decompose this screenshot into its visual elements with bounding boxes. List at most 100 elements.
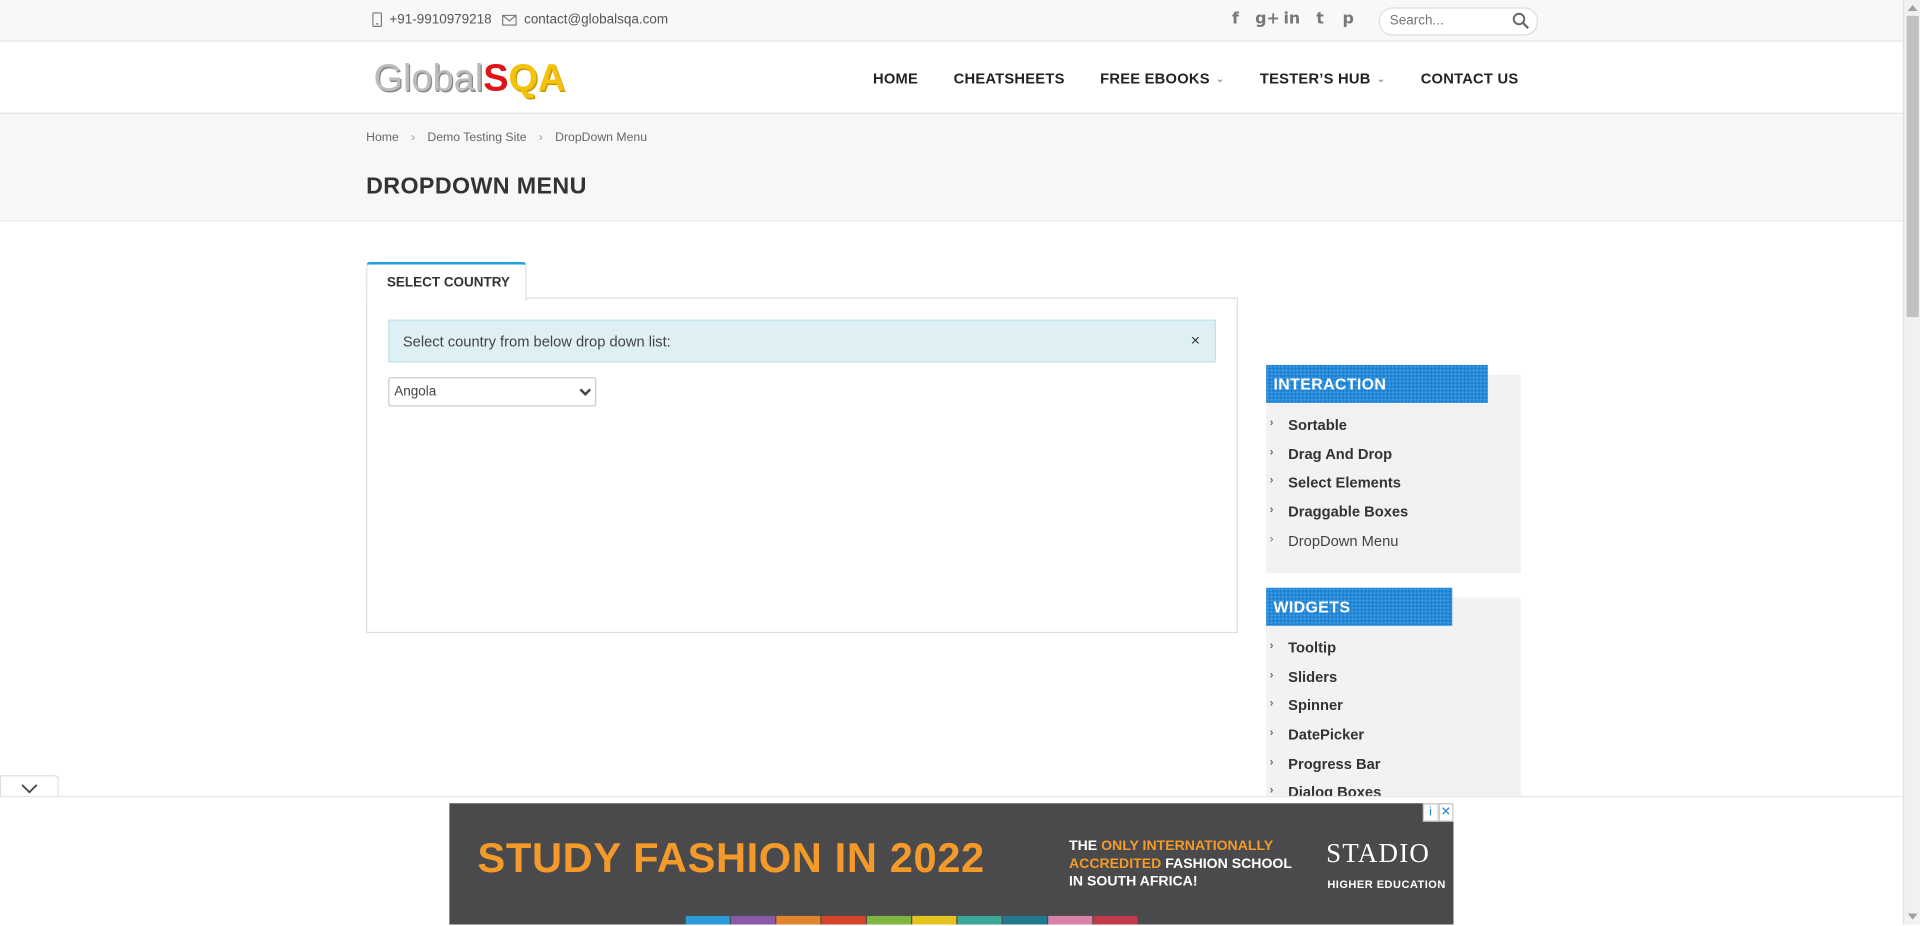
chevron-right-icon: › — [1269, 784, 1274, 797]
sidebar-list-widgets: › Tooltip › Sliders › Spinner › DatePicker › Prog… — [1266, 639, 1381, 813]
ad-stripe — [685, 915, 730, 925]
email-contact[interactable]: contact@globalsqa.com — [502, 12, 668, 27]
chevron-right-icon: › — [1269, 726, 1274, 739]
sidebar-interaction: INTERACTION › Sortable › Drag And Drop › Sele… — [1266, 364, 1521, 574]
ad-info-icon[interactable]: i — [1422, 803, 1439, 822]
sidebar-item-drag-and-drop[interactable]: › Drag And Drop — [1266, 445, 1408, 474]
site-header: GlobalSQA HOME CHEATSHEETS FREE EBOOKS ⌄ TES… — [0, 41, 1903, 114]
sidebar-list-interaction: › Sortable › Drag And Drop › Select Elements ›… — [1266, 416, 1408, 561]
scroll-up-arrow[interactable] — [1907, 4, 1918, 12]
ad-subtext: THE ONLY INTERNATIONALLY ACCREDITED FASH… — [1069, 838, 1292, 891]
nav-item-tester-s-hub[interactable]: TESTER’S HUB ⌄ — [1260, 70, 1385, 87]
sidebar-item-label: Sliders — [1288, 668, 1338, 686]
sidebar-item-select-elements[interactable]: › Select Elements — [1266, 474, 1408, 503]
tab-panel: Select country from below drop down list… — [366, 297, 1238, 634]
sidebar-item-label: DropDown Menu — [1288, 532, 1399, 550]
top-bar: +91-9910979218 contact@globalsqa.com f g+… — [0, 0, 1903, 42]
chevron-right-icon: › — [1269, 474, 1274, 487]
nav-item-cheatsheets[interactable]: CHEATSHEETS — [954, 70, 1065, 87]
phone-contact: +91-9910979218 — [372, 12, 492, 27]
advertisement-banner[interactable]: STUDY FASHION IN 2022 THE ONLY INTERNATI… — [449, 803, 1454, 925]
sidebar-item-label: Spinner — [1288, 697, 1343, 715]
ad-text: IN SOUTH AFRICA! — [1068, 874, 1198, 889]
tab-label: SELECT COUNTRY — [386, 275, 510, 291]
chevron-right-icon: › — [1269, 755, 1274, 768]
chevron-down-icon: ⌄ — [1215, 72, 1225, 84]
info-alert: Select country from below drop down list… — [388, 319, 1216, 363]
scroll-down-arrow[interactable] — [1907, 913, 1918, 920]
sidebar-item-dropdown-menu[interactable]: › DropDown Menu — [1266, 532, 1408, 561]
nav-item-label: TESTER’S HUB — [1259, 69, 1371, 87]
ad-headline: STUDY FASHION IN 2022 — [477, 835, 985, 882]
nav-item-label: CONTACT US — [1420, 69, 1519, 87]
breadcrumb-separator: › — [538, 131, 543, 145]
breadcrumb-home[interactable]: Home — [366, 131, 399, 144]
ad-stripe — [866, 915, 912, 925]
sidebar-item-label: Drag And Drop — [1288, 445, 1393, 463]
sidebar-item-progress-bar[interactable]: › Progress Bar — [1266, 755, 1381, 784]
linkedin-icon[interactable]: in — [1283, 10, 1300, 30]
sidebar-item-label: Sortable — [1288, 416, 1347, 434]
nav-item-label: CHEATSHEETS — [953, 69, 1065, 87]
twitter-icon[interactable]: t — [1311, 10, 1328, 30]
sidebar-item-sortable[interactable]: › Sortable — [1266, 416, 1408, 445]
nav-item-contact-us[interactable]: CONTACT US — [1421, 70, 1519, 87]
sidebar-item-datepicker[interactable]: › DatePicker — [1266, 726, 1381, 755]
alert-text: Select country from below drop down list… — [402, 333, 671, 351]
nav-item-label: FREE EBOOKS — [1100, 69, 1210, 87]
sidebar-heading-text: WIDGETS — [1273, 597, 1351, 616]
sidebar-heading-text: INTERACTION — [1273, 374, 1387, 394]
sidebar-item-sliders[interactable]: › Sliders — [1266, 668, 1381, 697]
page-title-band: Home › Demo Testing Site › DropDown Menu… — [0, 113, 1903, 222]
sidebar-item-label: Progress Bar — [1288, 755, 1381, 773]
globalsqa-logo[interactable]: GlobalSQA — [373, 56, 565, 100]
logo-text-s: S — [483, 56, 509, 100]
sidebar-widgets: WIDGETS › Tooltip › Sliders › Spinner › DatePic… — [1266, 587, 1521, 801]
sidebar-item-label: Tooltip — [1288, 639, 1337, 657]
chevron-right-icon: › — [1269, 668, 1274, 681]
ad-stripe — [1002, 915, 1047, 925]
page-scrollbar[interactable] — [1902, 0, 1920, 925]
phone-icon — [372, 12, 383, 27]
google-plus-icon[interactable]: g+ — [1255, 10, 1280, 30]
search-input[interactable] — [1387, 12, 1510, 30]
ad-text: THE — [1068, 838, 1102, 854]
sidebar-item-spinner[interactable]: › Spinner — [1266, 697, 1381, 726]
chevron-right-icon: › — [1269, 445, 1274, 458]
country-select[interactable]: Angola — [388, 377, 597, 407]
phone-number: +91-9910979218 — [389, 12, 492, 27]
sidebar-item-draggable-boxes[interactable]: › Draggable Boxes — [1266, 503, 1408, 532]
ad-stripe — [912, 915, 957, 925]
ad-choices[interactable]: i ✕ — [1422, 803, 1454, 822]
nav-item-label: HOME — [873, 69, 919, 87]
tab-select-country[interactable]: SELECT COUNTRY — [366, 262, 527, 302]
ad-close-icon[interactable]: ✕ — [1438, 803, 1454, 822]
page-title: DROPDOWN MENU — [366, 173, 587, 200]
search-box — [1378, 7, 1538, 36]
facebook-icon[interactable]: f — [1227, 10, 1244, 30]
page: +91-9910979218 contact@globalsqa.com f g+… — [0, 0, 1920, 926]
pinterest-icon[interactable]: p — [1340, 10, 1357, 30]
breadcrumb: Home › Demo Testing Site › DropDown Menu — [366, 131, 647, 144]
close-icon[interactable]: × — [1191, 331, 1200, 349]
scrollbar-thumb[interactable] — [1906, 15, 1919, 318]
sidebar-item-tooltip[interactable]: › Tooltip — [1266, 639, 1381, 668]
sidebar-item-label: Draggable Boxes — [1288, 503, 1409, 521]
ad-stripe — [776, 915, 821, 925]
ad-stripe — [821, 915, 866, 925]
ad-stripe — [731, 915, 776, 925]
ad-stripe — [1048, 915, 1093, 925]
stadio-logo: STADIO — [1326, 837, 1431, 869]
chevron-down-icon: ⌄ — [1376, 72, 1386, 84]
nav-item-free-ebooks[interactable]: FREE EBOOKS ⌄ — [1100, 70, 1224, 87]
breadcrumb-demo-testing-site[interactable]: Demo Testing Site — [427, 131, 526, 144]
social-links: f g+ in t p — [1227, 10, 1357, 30]
logo-text-qa: QA — [508, 56, 566, 100]
breadcrumb-separator: › — [411, 131, 416, 145]
main-nav: HOME CHEATSHEETS FREE EBOOKS ⌄ TESTER’S HUB ⌄… — [873, 70, 1518, 87]
chevron-right-icon: › — [1269, 416, 1274, 429]
sidebar-heading-interaction: INTERACTION — [1266, 364, 1488, 403]
search-icon[interactable] — [1512, 12, 1529, 29]
nav-item-home[interactable]: HOME — [873, 70, 918, 87]
email-address[interactable]: contact@globalsqa.com — [524, 12, 668, 27]
